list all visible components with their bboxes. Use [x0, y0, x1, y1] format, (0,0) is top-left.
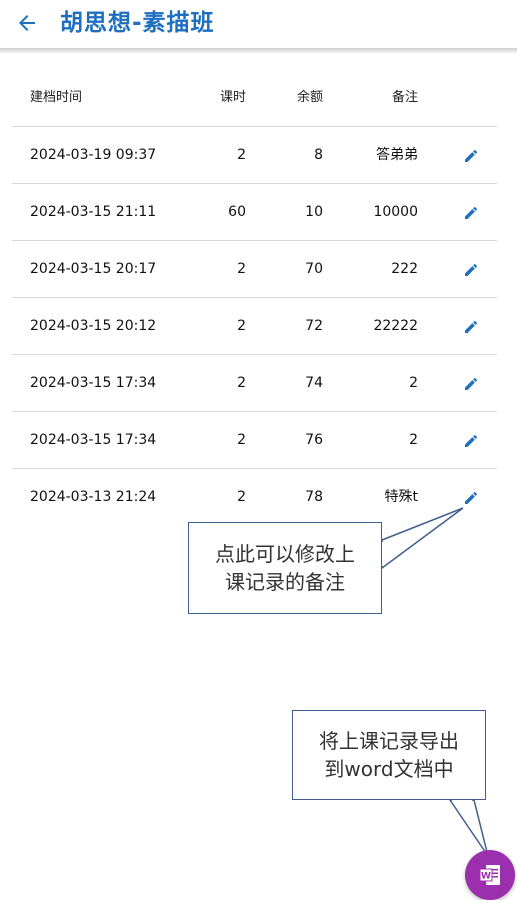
row-hours: 2	[237, 147, 246, 163]
row-balance: 70	[305, 261, 323, 277]
row-balance: 74	[305, 375, 323, 391]
column-header-note: 备注	[391, 90, 418, 105]
row-date: 2024-03-19 09:37	[30, 147, 157, 163]
page-title: 胡思想-素描班	[60, 10, 215, 36]
row-balance: 10	[305, 204, 323, 220]
edit-note-button[interactable]	[460, 145, 482, 167]
edit-note-button[interactable]	[460, 430, 482, 452]
row-date: 2024-03-15 21:11	[30, 204, 157, 220]
column-header-balance: 余额	[296, 90, 323, 105]
edit-note-tooltip: 点此可以修改上 课记录的备注	[188, 522, 382, 614]
column-header-date: 建档时间	[30, 90, 83, 105]
table-row: 2024-03-19 09:37 2 8 答弟弟	[12, 127, 497, 184]
column-header-hours: 课时	[219, 90, 246, 105]
tooltip-line: 课记录的备注	[225, 570, 345, 594]
table-row: 2024-03-15 17:34 2 76 2	[12, 412, 497, 469]
row-date: 2024-03-15 17:34	[30, 375, 157, 391]
app-bar: 胡思想-素描班	[0, 0, 517, 48]
class-record-table: 建档时间 课时 余额 备注 2024-03-19 09:37 2 8 答弟弟 2…	[12, 70, 497, 525]
row-hours: 2	[237, 489, 246, 505]
tooltip-line: 将上课记录导出	[319, 729, 459, 753]
tooltip-line: 到word文档中	[324, 757, 454, 781]
row-hours: 2	[237, 375, 246, 391]
row-date: 2024-03-13 21:24	[30, 489, 157, 505]
row-note: 22222	[373, 318, 418, 334]
table-row: 2024-03-15 20:17 2 70 222	[12, 241, 497, 298]
back-button[interactable]	[10, 6, 44, 40]
table-row: 2024-03-15 20:12 2 72 22222	[12, 298, 497, 355]
row-hours: 2	[237, 432, 246, 448]
row-note: 答弟弟	[376, 147, 418, 163]
row-balance: 78	[305, 489, 323, 505]
pencil-icon	[465, 434, 478, 447]
pencil-icon	[465, 263, 478, 276]
row-date: 2024-03-15 17:34	[30, 432, 157, 448]
pencil-icon	[465, 206, 478, 219]
arrow-left-icon	[19, 15, 35, 31]
fab-letter: W	[481, 872, 491, 882]
edit-note-button[interactable]	[460, 259, 482, 281]
table-row: 2024-03-15 17:34 2 74 2	[12, 355, 497, 412]
row-note: 特殊t	[384, 489, 419, 505]
row-balance: 72	[305, 318, 323, 334]
table-header: 建档时间 课时 余额 备注	[12, 70, 497, 127]
row-hours: 2	[237, 261, 246, 277]
row-date: 2024-03-15 20:12	[30, 318, 157, 334]
table-row: 2024-03-15 21:11 60 10 10000	[12, 184, 497, 241]
edit-note-button[interactable]	[460, 202, 482, 224]
edit-note-button[interactable]	[460, 316, 482, 338]
word-document-icon: W	[479, 865, 500, 885]
row-note: 222	[391, 261, 418, 277]
row-date: 2024-03-15 20:17	[30, 261, 157, 277]
row-hours: 2	[237, 318, 246, 334]
export-word-tooltip: 将上课记录导出 到word文档中	[292, 710, 486, 800]
row-balance: 8	[314, 147, 323, 163]
edit-note-button[interactable]	[460, 487, 482, 509]
row-note: 10000	[373, 204, 418, 220]
row-balance: 76	[305, 432, 323, 448]
pencil-icon	[465, 377, 478, 390]
pencil-icon	[465, 491, 478, 504]
tooltip-line: 点此可以修改上	[215, 542, 355, 566]
edit-note-button[interactable]	[460, 373, 482, 395]
export-word-button[interactable]: W	[465, 850, 515, 900]
pencil-icon	[465, 320, 478, 333]
row-hours: 60	[228, 204, 246, 220]
pencil-icon	[465, 149, 478, 162]
app-bar-shadow	[0, 48, 517, 54]
row-note: 2	[409, 375, 418, 391]
row-note: 2	[409, 432, 418, 448]
table-row: 2024-03-13 21:24 2 78 特殊t	[12, 469, 497, 525]
